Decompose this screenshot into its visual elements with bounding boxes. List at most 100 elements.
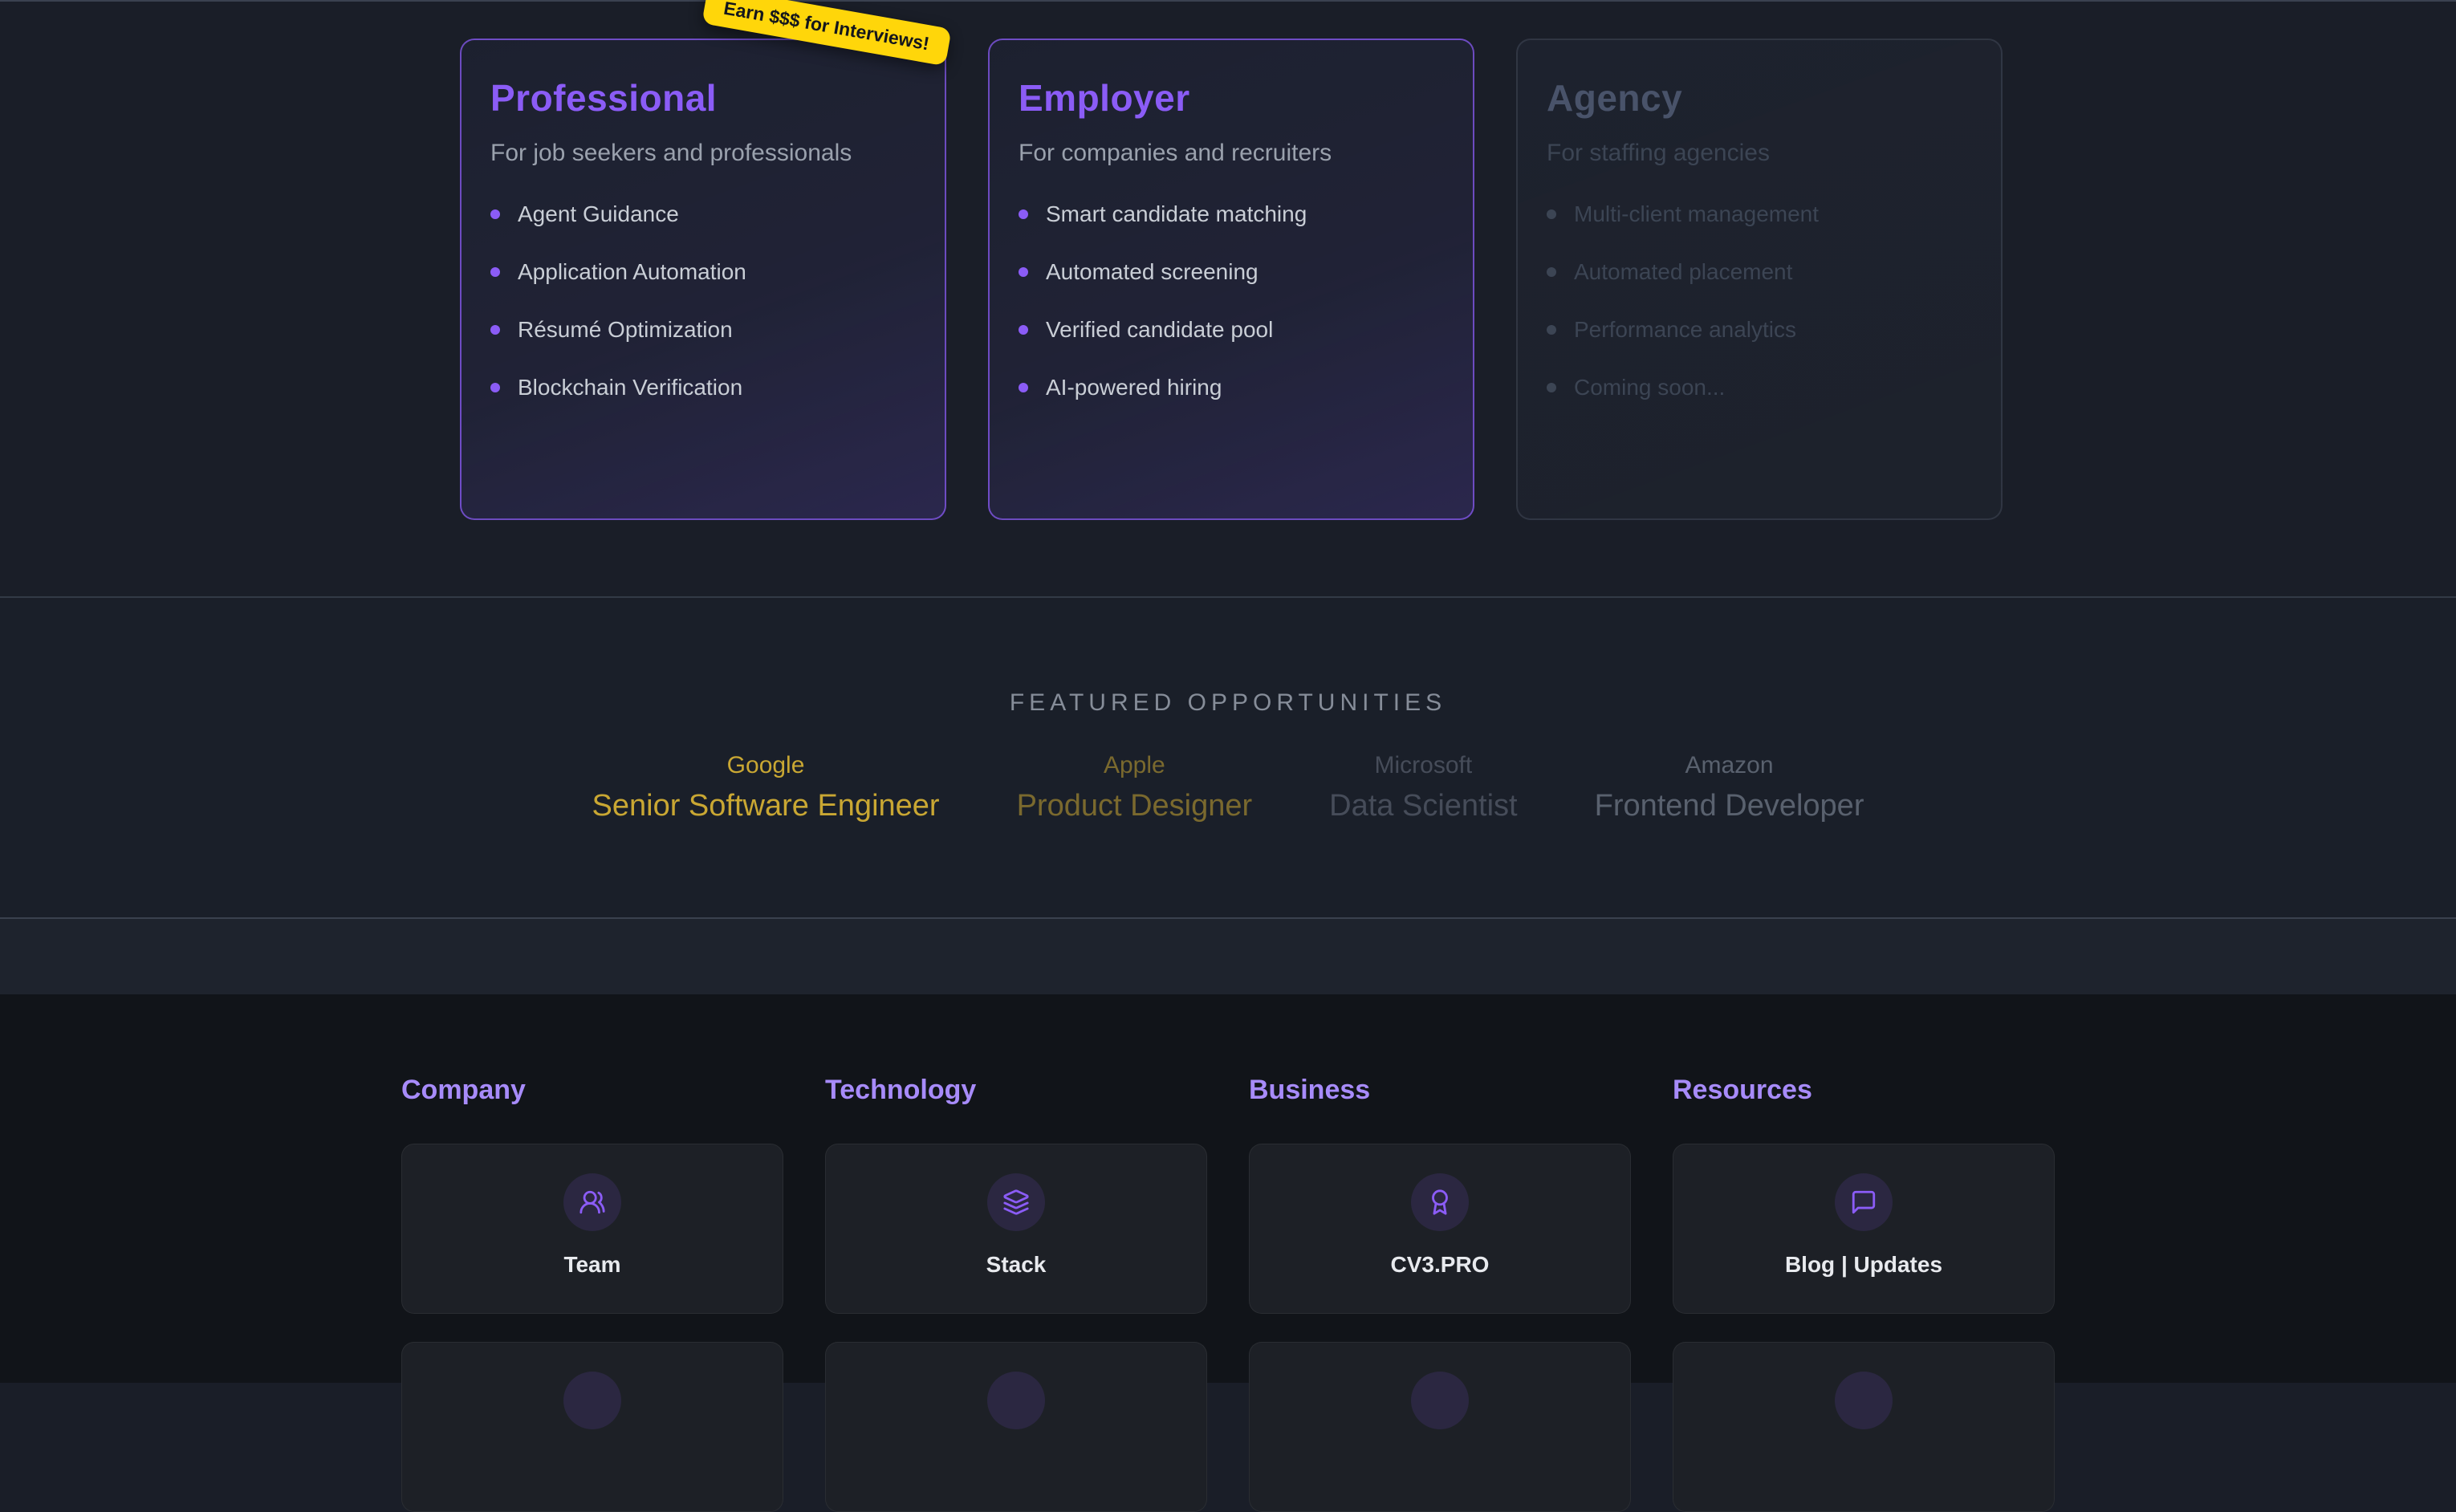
job-item-google[interactable]: Google Senior Software Engineer bbox=[592, 752, 940, 823]
icon-circle bbox=[1835, 1173, 1893, 1231]
footer-heading: Resources bbox=[1673, 1075, 2055, 1105]
ticker-strip bbox=[0, 917, 2456, 994]
footer-card-partial[interactable] bbox=[1673, 1342, 2055, 1512]
bullet-dot-icon bbox=[490, 209, 500, 219]
plan-feature: Blockchain Verification bbox=[490, 376, 916, 399]
footer-card-stack[interactable]: Stack bbox=[825, 1144, 1207, 1314]
plan-features: Smart candidate matching Automated scree… bbox=[1019, 203, 1444, 399]
plans-row: Professional For job seekers and profess… bbox=[460, 39, 2003, 520]
award-icon bbox=[1426, 1189, 1454, 1216]
footer-card-partial[interactable] bbox=[1249, 1342, 1631, 1512]
plan-feature: Multi-client management bbox=[1547, 203, 1972, 226]
feature-label: Blockchain Verification bbox=[518, 376, 742, 399]
plan-feature: Automated placement bbox=[1547, 261, 1972, 283]
feature-label: Performance analytics bbox=[1574, 319, 1796, 341]
plan-subtitle: For companies and recruiters bbox=[1019, 141, 1444, 165]
job-item-microsoft[interactable]: Microsoft Data Scientist bbox=[1329, 752, 1517, 823]
footer-card-blog[interactable]: Blog | Updates bbox=[1673, 1144, 2055, 1314]
footer-card-partial[interactable] bbox=[401, 1342, 783, 1512]
icon-circle bbox=[1411, 1372, 1469, 1429]
icon-circle bbox=[987, 1173, 1045, 1231]
users-icon bbox=[579, 1189, 606, 1216]
feature-label: Résumé Optimization bbox=[518, 319, 733, 341]
footer-card-label: CV3.PRO bbox=[1391, 1252, 1490, 1278]
job-title: Product Designer bbox=[1017, 789, 1253, 823]
plan-subtitle: For job seekers and professionals bbox=[490, 141, 916, 165]
message-square-icon bbox=[1850, 1189, 1877, 1216]
plan-feature: Application Automation bbox=[490, 261, 916, 283]
plan-features: Agent Guidance Application Automation Ré… bbox=[490, 203, 916, 399]
jobs-row: Google Senior Software Engineer Apple Pr… bbox=[0, 752, 2456, 823]
bullet-dot-icon bbox=[1019, 325, 1028, 335]
plan-title: Employer bbox=[1019, 79, 1444, 117]
job-item-amazon[interactable]: Amazon Frontend Developer bbox=[1595, 752, 1864, 823]
footer-card-label: Stack bbox=[986, 1252, 1047, 1278]
footer-column-company: Company Team bbox=[401, 1075, 783, 1512]
plan-card-employer[interactable]: Employer For companies and recruiters Sm… bbox=[988, 39, 1474, 520]
bullet-dot-icon bbox=[1547, 209, 1556, 219]
icon-circle bbox=[563, 1173, 621, 1231]
feature-label: Agent Guidance bbox=[518, 203, 679, 226]
feature-label: Automated screening bbox=[1046, 261, 1258, 283]
bullet-dot-icon bbox=[490, 267, 500, 277]
plan-feature: Smart candidate matching bbox=[1019, 203, 1444, 226]
feature-label: Smart candidate matching bbox=[1046, 203, 1307, 226]
plan-feature: Verified candidate pool bbox=[1019, 319, 1444, 341]
job-company: Amazon bbox=[1595, 752, 1864, 779]
plan-feature: Résumé Optimization bbox=[490, 319, 916, 341]
icon-circle bbox=[1411, 1173, 1469, 1231]
footer-card-label: Team bbox=[563, 1252, 620, 1278]
feature-label: Automated placement bbox=[1574, 261, 1792, 283]
footer-column-business: Business CV3.PRO bbox=[1249, 1075, 1631, 1512]
bullet-dot-icon bbox=[490, 325, 500, 335]
top-divider bbox=[0, 0, 2456, 2]
feature-label: Multi-client management bbox=[1574, 203, 1819, 226]
bullet-dot-icon bbox=[1019, 209, 1028, 219]
plan-card-agency: Agency For staffing agencies Multi-clien… bbox=[1516, 39, 2003, 520]
plan-features: Multi-client management Automated placem… bbox=[1547, 203, 1972, 399]
footer-column-resources: Resources Blog | Updates bbox=[1673, 1075, 2055, 1512]
plan-title: Agency bbox=[1547, 79, 1972, 117]
plans-section: Professional For job seekers and profess… bbox=[0, 0, 2456, 598]
icon-circle bbox=[563, 1372, 621, 1429]
bullet-dot-icon bbox=[1547, 267, 1556, 277]
bullet-dot-icon bbox=[1547, 383, 1556, 392]
plan-title: Professional bbox=[490, 79, 916, 117]
job-company: Google bbox=[592, 752, 940, 779]
footer-column-technology: Technology Stack bbox=[825, 1075, 1207, 1512]
plan-feature: AI-powered hiring bbox=[1019, 376, 1444, 399]
icon-circle bbox=[1835, 1372, 1893, 1429]
plan-feature: Agent Guidance bbox=[490, 203, 916, 226]
footer-card-label: Blog | Updates bbox=[1785, 1252, 1942, 1278]
job-title: Senior Software Engineer bbox=[592, 789, 940, 823]
feature-label: Application Automation bbox=[518, 261, 746, 283]
feature-label: Verified candidate pool bbox=[1046, 319, 1273, 341]
footer: Company Team Technology bbox=[0, 994, 2456, 1383]
footer-card-team[interactable]: Team bbox=[401, 1144, 783, 1314]
bullet-dot-icon bbox=[1019, 267, 1028, 277]
plan-feature: Automated screening bbox=[1019, 261, 1444, 283]
bullet-dot-icon bbox=[1547, 325, 1556, 335]
job-title: Frontend Developer bbox=[1595, 789, 1864, 823]
footer-heading: Business bbox=[1249, 1075, 1631, 1105]
footer-heading: Technology bbox=[825, 1075, 1207, 1105]
icon-circle bbox=[987, 1372, 1045, 1429]
footer-heading: Company bbox=[401, 1075, 783, 1105]
plan-feature: Performance analytics bbox=[1547, 319, 1972, 341]
plan-card-professional[interactable]: Professional For job seekers and profess… bbox=[460, 39, 946, 520]
layers-icon bbox=[1002, 1189, 1030, 1216]
plan-feature: Coming soon... bbox=[1547, 376, 1972, 399]
feature-label: Coming soon... bbox=[1574, 376, 1725, 399]
featured-heading: FEATURED OPPORTUNITIES bbox=[0, 600, 2456, 717]
footer-grid: Company Team Technology bbox=[401, 994, 2055, 1512]
job-company: Apple bbox=[1017, 752, 1253, 779]
footer-card-cv3pro[interactable]: CV3.PRO bbox=[1249, 1144, 1631, 1314]
featured-opportunities-section: FEATURED OPPORTUNITIES Google Senior Sof… bbox=[0, 600, 2456, 917]
bullet-dot-icon bbox=[1019, 383, 1028, 392]
bullet-dot-icon bbox=[490, 383, 500, 392]
footer-card-partial[interactable] bbox=[825, 1342, 1207, 1512]
feature-label: AI-powered hiring bbox=[1046, 376, 1222, 399]
job-item-apple[interactable]: Apple Product Designer bbox=[1017, 752, 1253, 823]
job-company: Microsoft bbox=[1329, 752, 1517, 779]
plan-subtitle: For staffing agencies bbox=[1547, 141, 1972, 165]
